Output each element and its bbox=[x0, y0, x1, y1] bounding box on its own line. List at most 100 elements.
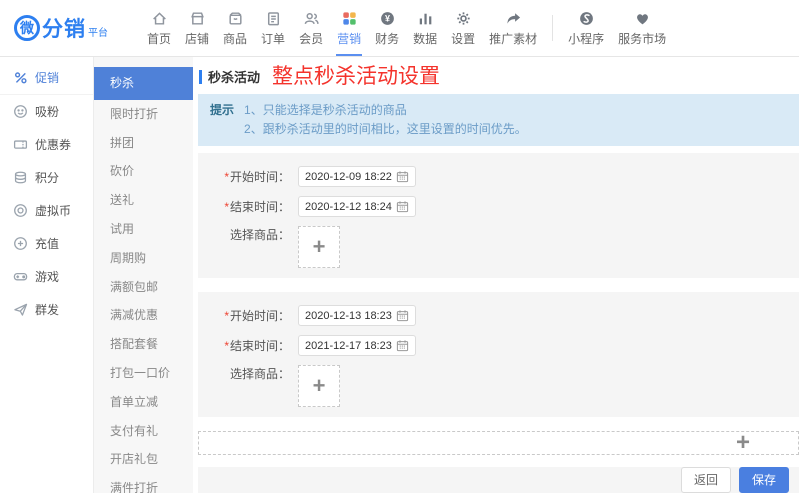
nav-item-goods[interactable]: 商品 bbox=[216, 0, 254, 56]
paper-plane-icon bbox=[13, 302, 28, 317]
add-activity-plus-icon: + bbox=[736, 429, 750, 457]
nav-item-member[interactable]: 会员 bbox=[292, 0, 330, 56]
select-product-label: 选择商品： bbox=[220, 365, 290, 382]
app-logo: 微 分销 平台 bbox=[14, 13, 140, 43]
start-time-input[interactable] bbox=[305, 310, 396, 322]
nav-item-shop[interactable]: 店铺 bbox=[178, 0, 216, 56]
back-button[interactable]: 返回 bbox=[681, 467, 731, 493]
sidebar-item-fans[interactable]: 吸粉 bbox=[0, 95, 93, 128]
add-product-button[interactable]: + bbox=[298, 365, 340, 407]
percent-tag-icon bbox=[13, 70, 28, 85]
nav-item-settings[interactable]: 设置 bbox=[444, 0, 482, 56]
svg-text:¥: ¥ bbox=[385, 13, 390, 23]
nav-item-promo-materials[interactable]: 推广素材 bbox=[482, 0, 544, 56]
submenu-item-trial[interactable]: 试用 bbox=[94, 215, 193, 244]
share-arrow-icon bbox=[505, 10, 522, 27]
top-nav: 微 分销 平台 首页 店铺 商品 订单 会员 营销 ¥ 财务 bbox=[0, 0, 799, 57]
sidebar-item-virtual-coin[interactable]: 虚拟币 bbox=[0, 194, 93, 227]
submenu-item-flash-sale[interactable]: 秒杀 bbox=[94, 67, 193, 100]
hint-lines: 1、只能选择是秒杀活动的商品 2、跟秒杀活动里的时间相比，这里设置的时间优先。 bbox=[244, 101, 527, 138]
page-title: 秒杀活动 bbox=[208, 67, 260, 86]
hint-line-2: 2、跟秒杀活动里的时间相比，这里设置的时间优先。 bbox=[244, 120, 527, 139]
start-time-label: 开始时间： bbox=[230, 309, 290, 323]
submenu-item-free-shipping[interactable]: 满额包邮 bbox=[94, 273, 193, 302]
end-time-input-wrap bbox=[298, 196, 416, 217]
select-product-row: 选择商品： + bbox=[220, 365, 799, 407]
submenu-item-periodic[interactable]: 周期购 bbox=[94, 244, 193, 273]
bar-chart-icon bbox=[417, 10, 434, 27]
bottom-action-bar: 返回 保存 bbox=[198, 467, 799, 493]
activity-form-1: *开始时间： *结束时间： 选择商品： + bbox=[198, 153, 799, 278]
primary-sidebar: 促销 吸粉 优惠券 积分 虚拟币 充值 游戏 群发 bbox=[0, 57, 94, 493]
submenu-item-time-discount[interactable]: 限时打折 bbox=[94, 100, 193, 129]
logo-text: 分销 bbox=[42, 13, 86, 43]
calendar-icon[interactable] bbox=[396, 170, 409, 183]
required-mark: * bbox=[224, 309, 229, 323]
goods-icon bbox=[227, 10, 244, 27]
submenu-item-bargain[interactable]: 砍价 bbox=[94, 157, 193, 186]
start-time-input[interactable] bbox=[305, 171, 396, 183]
submenu-item-pay-gift[interactable]: 支付有礼 bbox=[94, 417, 193, 446]
end-time-input[interactable] bbox=[305, 340, 396, 352]
nav-item-home[interactable]: 首页 bbox=[140, 0, 178, 56]
order-icon bbox=[265, 10, 282, 27]
save-button[interactable]: 保存 bbox=[739, 467, 789, 493]
add-product-button[interactable]: + bbox=[298, 226, 340, 268]
sidebar-item-points[interactable]: 积分 bbox=[0, 161, 93, 194]
calendar-icon[interactable] bbox=[396, 339, 409, 352]
submenu-item-bundle-price[interactable]: 打包一口价 bbox=[94, 359, 193, 388]
secondary-sidebar: 秒杀 限时打折 拼团 砍价 送礼 试用 周期购 满额包邮 满减优惠 搭配套餐 打… bbox=[94, 57, 193, 493]
smiley-icon bbox=[13, 104, 28, 119]
top-nav-items: 首页 店铺 商品 订单 会员 营销 ¥ 财务 数据 bbox=[140, 0, 673, 56]
calendar-icon[interactable] bbox=[396, 200, 409, 213]
start-time-input-wrap bbox=[298, 166, 416, 187]
required-mark: * bbox=[224, 339, 229, 353]
end-time-input[interactable] bbox=[305, 201, 396, 213]
nav-item-miniprogram[interactable]: 小程序 bbox=[561, 0, 611, 56]
nav-item-data[interactable]: 数据 bbox=[406, 0, 444, 56]
nav-item-service-market[interactable]: 服务市场 bbox=[611, 0, 673, 56]
heart-icon bbox=[634, 10, 651, 27]
submenu-item-group-buy[interactable]: 拼团 bbox=[94, 129, 193, 158]
add-activity-row[interactable]: + bbox=[198, 431, 799, 455]
page-header: 秒杀活动 整点秒杀活动设置 bbox=[193, 57, 799, 94]
hint-label: 提示 bbox=[210, 101, 234, 138]
coin-circle-icon bbox=[13, 203, 28, 218]
sidebar-item-recharge[interactable]: 充值 bbox=[0, 227, 93, 260]
hint-box: 提示 1、只能选择是秒杀活动的商品 2、跟秒杀活动里的时间相比，这里设置的时间优… bbox=[198, 94, 799, 146]
end-time-row: *结束时间： bbox=[220, 335, 799, 356]
title-accent-bar bbox=[199, 70, 202, 84]
sidebar-item-games[interactable]: 游戏 bbox=[0, 260, 93, 293]
gamepad-icon bbox=[13, 269, 28, 284]
coupon-icon bbox=[13, 137, 28, 152]
start-time-input-wrap bbox=[298, 305, 416, 326]
sidebar-item-coupons[interactable]: 优惠券 bbox=[0, 128, 93, 161]
calendar-icon[interactable] bbox=[396, 309, 409, 322]
nav-item-order[interactable]: 订单 bbox=[254, 0, 292, 56]
finance-yen-icon: ¥ bbox=[379, 10, 396, 27]
home-icon bbox=[151, 10, 168, 27]
submenu-item-gift[interactable]: 送礼 bbox=[94, 186, 193, 215]
activity-form-2: *开始时间： *结束时间： 选择商品： + bbox=[198, 292, 799, 417]
main-content: 秒杀活动 整点秒杀活动设置 提示 1、只能选择是秒杀活动的商品 2、跟秒杀活动里… bbox=[193, 57, 799, 493]
submenu-item-qty-discount[interactable]: 满件打折 bbox=[94, 474, 193, 493]
submenu-item-full-discount[interactable]: 满减优惠 bbox=[94, 301, 193, 330]
required-mark: * bbox=[224, 170, 229, 184]
sidebar-item-promotion[interactable]: 促销 bbox=[0, 61, 93, 95]
submenu-item-combo[interactable]: 搭配套餐 bbox=[94, 330, 193, 359]
select-product-row: 选择商品： + bbox=[220, 226, 799, 268]
submenu-item-shop-gift[interactable]: 开店礼包 bbox=[94, 445, 193, 474]
nav-item-marketing[interactable]: 营销 bbox=[330, 0, 368, 56]
member-icon bbox=[303, 10, 320, 27]
end-time-label: 结束时间： bbox=[230, 339, 290, 353]
end-time-label: 结束时间： bbox=[230, 200, 290, 214]
end-time-input-wrap bbox=[298, 335, 416, 356]
nav-item-finance[interactable]: ¥ 财务 bbox=[368, 0, 406, 56]
logo-subtext: 平台 bbox=[88, 24, 108, 39]
shop-icon bbox=[189, 10, 206, 27]
start-time-row: *开始时间： bbox=[220, 305, 799, 326]
submenu-item-first-order[interactable]: 首单立减 bbox=[94, 388, 193, 417]
recharge-icon bbox=[13, 236, 28, 251]
select-product-label: 选择商品： bbox=[220, 226, 290, 243]
sidebar-item-mass-send[interactable]: 群发 bbox=[0, 293, 93, 326]
